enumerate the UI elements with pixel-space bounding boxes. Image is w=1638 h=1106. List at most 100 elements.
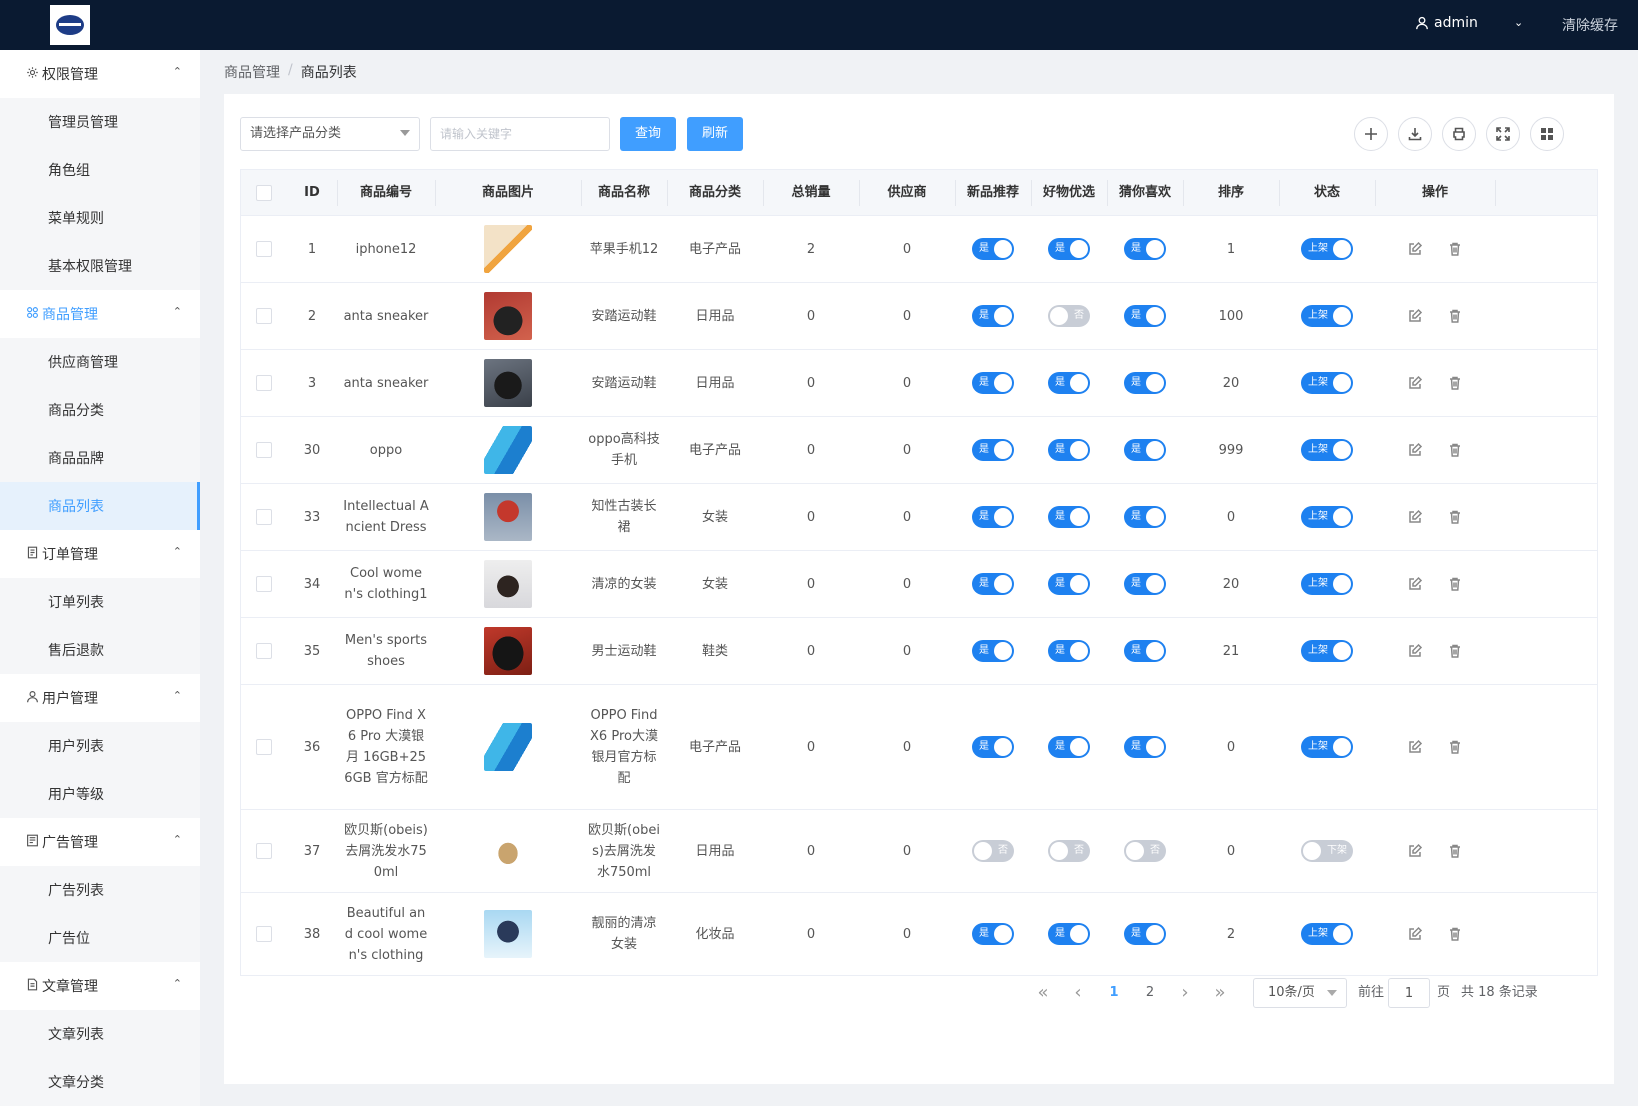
- sidebar-item[interactable]: 订单列表: [0, 578, 200, 626]
- toggle-switch[interactable]: 是: [972, 640, 1014, 662]
- chevron-down-icon[interactable]: ⌄: [1514, 16, 1523, 29]
- toggle-switch[interactable]: 是: [1048, 372, 1090, 394]
- edit-icon[interactable]: [1407, 308, 1423, 324]
- sidebar-group-4[interactable]: 广告管理 ⌃: [0, 818, 200, 866]
- toggle-switch[interactable]: 是: [1124, 238, 1166, 260]
- toggle-switch[interactable]: 是: [1124, 506, 1166, 528]
- row-checkbox[interactable]: [256, 643, 272, 659]
- delete-icon[interactable]: [1447, 576, 1463, 592]
- toggle-switch[interactable]: 是: [972, 573, 1014, 595]
- sidebar-item[interactable]: 基本权限管理: [0, 242, 200, 290]
- product-thumbnail[interactable]: [484, 723, 532, 771]
- toggle-switch[interactable]: 是: [1124, 372, 1166, 394]
- page-2-button[interactable]: 2: [1135, 978, 1165, 1008]
- delete-icon[interactable]: [1447, 442, 1463, 458]
- sidebar-item[interactable]: 菜单规则: [0, 194, 200, 242]
- delete-icon[interactable]: [1447, 509, 1463, 525]
- delete-icon[interactable]: [1447, 739, 1463, 755]
- logo[interactable]: [50, 5, 90, 45]
- product-thumbnail[interactable]: [484, 225, 532, 273]
- toggle-switch[interactable]: 否: [1124, 840, 1166, 862]
- keyword-input[interactable]: [430, 117, 610, 151]
- columns-button[interactable]: [1530, 117, 1564, 151]
- sidebar-group-0[interactable]: 权限管理 ⌃: [0, 50, 200, 98]
- toggle-switch[interactable]: 是: [1124, 923, 1166, 945]
- print-button[interactable]: [1442, 117, 1476, 151]
- product-thumbnail[interactable]: [484, 292, 532, 340]
- product-thumbnail[interactable]: [484, 627, 532, 675]
- toggle-switch[interactable]: 是: [1124, 736, 1166, 758]
- sidebar-item[interactable]: 广告列表: [0, 866, 200, 914]
- edit-icon[interactable]: [1407, 241, 1423, 257]
- last-page-button[interactable]: »: [1205, 978, 1235, 1008]
- toggle-switch[interactable]: 上架: [1301, 573, 1353, 595]
- category-select[interactable]: 请选择产品分类: [240, 117, 420, 151]
- row-checkbox[interactable]: [256, 375, 272, 391]
- toggle-switch[interactable]: 否: [1048, 305, 1090, 327]
- delete-icon[interactable]: [1447, 926, 1463, 942]
- user-menu[interactable]: admin: [1415, 15, 1478, 31]
- edit-icon[interactable]: [1407, 926, 1423, 942]
- delete-icon[interactable]: [1447, 643, 1463, 659]
- toggle-switch[interactable]: 是: [972, 305, 1014, 327]
- sidebar-group-5[interactable]: 文章管理 ⌃: [0, 962, 200, 1010]
- edit-icon[interactable]: [1407, 509, 1423, 525]
- row-checkbox[interactable]: [256, 442, 272, 458]
- product-thumbnail[interactable]: [484, 910, 532, 958]
- delete-icon[interactable]: [1447, 308, 1463, 324]
- row-checkbox[interactable]: [256, 509, 272, 525]
- toggle-switch[interactable]: 上架: [1301, 439, 1353, 461]
- refresh-button[interactable]: 刷新: [687, 117, 743, 151]
- toggle-switch[interactable]: 是: [1048, 640, 1090, 662]
- toggle-switch[interactable]: 是: [1124, 640, 1166, 662]
- toggle-switch[interactable]: 是: [972, 238, 1014, 260]
- product-thumbnail[interactable]: [484, 426, 532, 474]
- toggle-switch[interactable]: 上架: [1301, 305, 1353, 327]
- sidebar-item[interactable]: 广告位: [0, 914, 200, 962]
- toggle-switch[interactable]: 否: [1048, 840, 1090, 862]
- row-checkbox[interactable]: [256, 241, 272, 257]
- row-checkbox[interactable]: [256, 308, 272, 324]
- toggle-switch[interactable]: 是: [1048, 736, 1090, 758]
- row-checkbox[interactable]: [256, 926, 272, 942]
- export-button[interactable]: [1398, 117, 1432, 151]
- toggle-switch[interactable]: 是: [1048, 439, 1090, 461]
- toggle-switch[interactable]: 是: [1048, 506, 1090, 528]
- query-button[interactable]: 查询: [620, 117, 676, 151]
- select-all-checkbox[interactable]: [256, 185, 272, 201]
- toggle-switch[interactable]: 上架: [1301, 736, 1353, 758]
- toggle-switch[interactable]: 是: [1048, 238, 1090, 260]
- sidebar-item[interactable]: 用户列表: [0, 722, 200, 770]
- toggle-switch[interactable]: 是: [972, 372, 1014, 394]
- edit-icon[interactable]: [1407, 442, 1423, 458]
- sidebar-item[interactable]: 管理员管理: [0, 98, 200, 146]
- toggle-switch[interactable]: 是: [1124, 305, 1166, 327]
- product-thumbnail[interactable]: [484, 493, 532, 541]
- sidebar-item[interactable]: 角色组: [0, 146, 200, 194]
- sidebar-item[interactable]: 售后退款: [0, 626, 200, 674]
- page-size-select[interactable]: 10条/页: [1253, 978, 1347, 1008]
- product-thumbnail[interactable]: [484, 827, 532, 875]
- sidebar-item[interactable]: 用户等级: [0, 770, 200, 818]
- sidebar-item[interactable]: 文章分类: [0, 1058, 200, 1106]
- page-1-button[interactable]: 1: [1099, 978, 1129, 1008]
- row-checkbox[interactable]: [256, 843, 272, 859]
- toggle-switch[interactable]: 是: [972, 439, 1014, 461]
- sidebar-group-2[interactable]: 订单管理 ⌃: [0, 530, 200, 578]
- delete-icon[interactable]: [1447, 843, 1463, 859]
- toggle-switch[interactable]: 是: [972, 736, 1014, 758]
- toggle-switch[interactable]: 是: [972, 923, 1014, 945]
- breadcrumb-parent[interactable]: 商品管理: [224, 62, 280, 82]
- edit-icon[interactable]: [1407, 739, 1423, 755]
- toggle-switch[interactable]: 上架: [1301, 372, 1353, 394]
- fullscreen-button[interactable]: [1486, 117, 1520, 151]
- row-checkbox[interactable]: [256, 576, 272, 592]
- goto-page-input[interactable]: [1388, 978, 1430, 1008]
- sidebar-item[interactable]: 商品品牌: [0, 434, 200, 482]
- edit-icon[interactable]: [1407, 643, 1423, 659]
- toggle-switch[interactable]: 上架: [1301, 923, 1353, 945]
- first-page-button[interactable]: «: [1028, 978, 1058, 1008]
- product-thumbnail[interactable]: [484, 560, 532, 608]
- sidebar-item[interactable]: 商品分类: [0, 386, 200, 434]
- sidebar-group-1[interactable]: 商品管理 ⌃: [0, 290, 200, 338]
